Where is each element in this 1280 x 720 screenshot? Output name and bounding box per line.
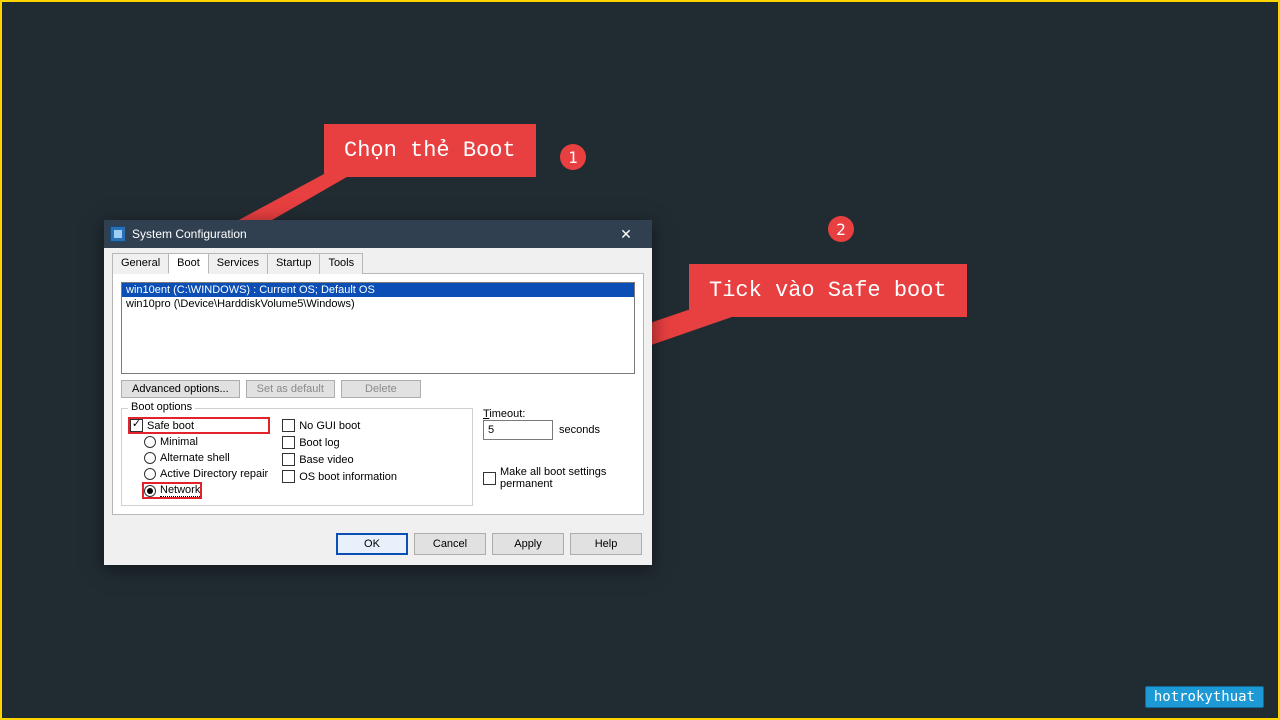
radio-icon	[144, 436, 156, 448]
checkbox-icon	[282, 436, 295, 449]
radio-icon	[144, 452, 156, 464]
tab-tools[interactable]: Tools	[319, 253, 363, 274]
radio-network[interactable]: Network	[144, 484, 200, 497]
advanced-options-button[interactable]: Advanced options...	[121, 380, 240, 398]
tab-general[interactable]: General	[112, 253, 169, 274]
radio-alternate-shell[interactable]: Alternate shell	[144, 452, 268, 464]
radio-minimal[interactable]: Minimal	[144, 436, 268, 448]
checkbox-icon	[282, 419, 295, 432]
callout-boot-tab: Chọn thẻ Boot	[324, 124, 536, 177]
titlebar[interactable]: System Configuration ✕	[104, 220, 652, 248]
dialog-footer: OK Cancel Apply Help	[104, 525, 652, 565]
tabbar: General Boot Services Startup Tools	[112, 252, 644, 274]
callout-safe-boot: Tick vào Safe boot	[689, 264, 967, 317]
timeout-input[interactable]	[483, 420, 553, 440]
tab-services[interactable]: Services	[208, 253, 268, 274]
cancel-button[interactable]: Cancel	[414, 533, 486, 555]
watermark: hotrokythuat	[1145, 686, 1264, 708]
step-badge-2: 2	[828, 216, 854, 242]
os-row[interactable]: win10pro (\Device\HarddiskVolume5\Window…	[122, 297, 634, 311]
group-legend: Boot options	[128, 401, 195, 413]
timeout-label: Timeout:	[483, 408, 635, 420]
checkbox-icon	[483, 472, 496, 485]
system-configuration-dialog: System Configuration ✕ General Boot Serv…	[104, 220, 652, 565]
os-row-selected[interactable]: win10ent (C:\WINDOWS) : Current OS; Defa…	[122, 283, 634, 297]
callout-text: Chọn thẻ Boot	[344, 138, 516, 163]
no-gui-boot-checkbox[interactable]: No GUI boot	[282, 419, 397, 432]
help-button[interactable]: Help	[570, 533, 642, 555]
make-permanent-checkbox[interactable]: Make all boot settings permanent	[483, 466, 635, 490]
radio-icon	[144, 468, 156, 480]
safe-boot-checkbox[interactable]: Safe boot	[130, 419, 194, 432]
radio-ad-repair[interactable]: Active Directory repair	[144, 468, 268, 480]
tab-content-boot: win10ent (C:\WINDOWS) : Current OS; Defa…	[112, 274, 644, 515]
os-list[interactable]: win10ent (C:\WINDOWS) : Current OS; Defa…	[121, 282, 635, 374]
radio-icon	[144, 485, 156, 497]
checkbox-icon	[282, 453, 295, 466]
checkbox-icon	[282, 470, 295, 483]
base-video-checkbox[interactable]: Base video	[282, 453, 397, 466]
delete-button[interactable]: Delete	[341, 380, 421, 398]
dialog-title: System Configuration	[132, 227, 247, 241]
set-as-default-button[interactable]: Set as default	[246, 380, 335, 398]
boot-log-checkbox[interactable]: Boot log	[282, 436, 397, 449]
close-button[interactable]: ✕	[606, 220, 646, 248]
os-boot-info-checkbox[interactable]: OS boot information	[282, 470, 397, 483]
boot-options-group: Boot options Safe boot Mini	[121, 408, 473, 506]
msconfig-icon	[110, 226, 126, 242]
timeout-unit: seconds	[559, 424, 600, 436]
step-badge-1: 1	[560, 144, 586, 170]
ok-button[interactable]: OK	[336, 533, 408, 555]
callout-text: Tick vào Safe boot	[709, 278, 947, 303]
tab-startup[interactable]: Startup	[267, 253, 320, 274]
tab-boot[interactable]: Boot	[168, 253, 209, 274]
close-icon: ✕	[620, 226, 632, 243]
checkbox-icon	[130, 419, 143, 432]
apply-button[interactable]: Apply	[492, 533, 564, 555]
